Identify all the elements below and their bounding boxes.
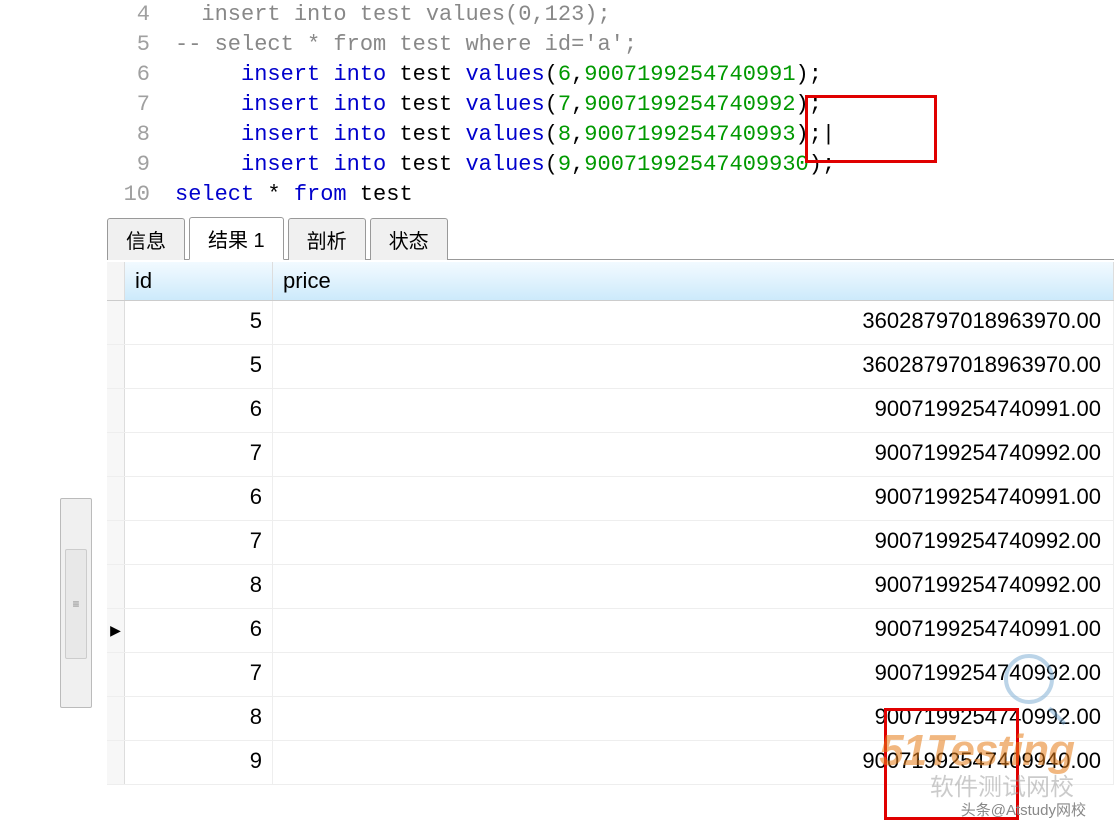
table-row[interactable]: 69007199254740991.00 bbox=[107, 609, 1114, 653]
cell-price[interactable]: 9007199254740991.00 bbox=[273, 609, 1114, 652]
cell-id[interactable]: 7 bbox=[125, 433, 273, 476]
tab-results[interactable]: 结果 1 bbox=[189, 217, 284, 260]
row-marker bbox=[107, 609, 125, 652]
results-grid[interactable]: id price 536028797018963970.005360287970… bbox=[107, 262, 1114, 785]
line-number: 4 bbox=[0, 0, 175, 30]
watermark-subtitle: 软件测试网校 bbox=[930, 767, 1074, 802]
code-line[interactable]: 9 insert into test values(9,900719925474… bbox=[0, 150, 1114, 180]
row-marker bbox=[107, 697, 125, 740]
cell-id[interactable]: 9 bbox=[125, 741, 273, 784]
code-line[interactable]: 8 insert into test values(8,900719925474… bbox=[0, 120, 1114, 150]
cell-price[interactable]: 9007199254740992.00 bbox=[273, 565, 1114, 608]
vertical-scrollbar[interactable]: ≡ bbox=[60, 498, 92, 708]
row-marker bbox=[107, 521, 125, 564]
cell-id[interactable]: 5 bbox=[125, 345, 273, 388]
row-marker bbox=[107, 565, 125, 608]
scrollbar-thumb[interactable]: ≡ bbox=[65, 549, 87, 659]
table-row[interactable]: 89007199254740992.00 bbox=[107, 565, 1114, 609]
table-row[interactable]: 536028797018963970.00 bbox=[107, 345, 1114, 389]
code-line[interactable]: 4 insert into test values(0,123); bbox=[0, 0, 1114, 30]
cell-id[interactable]: 6 bbox=[125, 389, 273, 432]
tab-status[interactable]: 状态 bbox=[370, 218, 448, 260]
cell-price[interactable]: 36028797018963970.00 bbox=[273, 301, 1114, 344]
cell-price[interactable]: 9007199254740992.00 bbox=[273, 433, 1114, 476]
code-line[interactable]: 5-- select * from test where id='a'; bbox=[0, 30, 1114, 60]
row-marker bbox=[107, 477, 125, 520]
table-row[interactable]: 79007199254740992.00 bbox=[107, 433, 1114, 477]
code-line[interactable]: 6 insert into test values(6,900719925474… bbox=[0, 60, 1114, 90]
cell-price[interactable]: 9007199254740991.00 bbox=[273, 389, 1114, 432]
row-marker bbox=[107, 741, 125, 784]
code-content[interactable]: select * from test bbox=[175, 180, 413, 210]
line-number: 7 bbox=[0, 90, 175, 120]
column-header-id[interactable]: id bbox=[125, 262, 273, 300]
code-content[interactable]: insert into test values(8,90071992547409… bbox=[175, 120, 835, 150]
cell-id[interactable]: 8 bbox=[125, 565, 273, 608]
line-number: 5 bbox=[0, 30, 175, 60]
row-marker bbox=[107, 653, 125, 696]
code-line[interactable]: 7 insert into test values(7,900719925474… bbox=[0, 90, 1114, 120]
table-row[interactable]: 79007199254740992.00 bbox=[107, 521, 1114, 565]
grid-corner bbox=[107, 262, 125, 300]
table-row[interactable]: 69007199254740991.00 bbox=[107, 389, 1114, 433]
cell-id[interactable]: 8 bbox=[125, 697, 273, 740]
cell-price[interactable]: 9007199254740992.00 bbox=[273, 653, 1114, 696]
code-content[interactable]: insert into test values(7,90071992547409… bbox=[175, 90, 822, 120]
line-number: 9 bbox=[0, 150, 175, 180]
table-row[interactable]: 79007199254740992.00 bbox=[107, 653, 1114, 697]
row-marker bbox=[107, 301, 125, 344]
cell-id[interactable]: 6 bbox=[125, 609, 273, 652]
cell-price[interactable]: 9007199254740992.00 bbox=[273, 521, 1114, 564]
line-number: 6 bbox=[0, 60, 175, 90]
cell-id[interactable]: 7 bbox=[125, 653, 273, 696]
code-content[interactable]: -- select * from test where id='a'; bbox=[175, 30, 637, 60]
row-marker bbox=[107, 389, 125, 432]
watermark-credit: 头条@Atstudy网校 bbox=[961, 799, 1086, 820]
row-marker bbox=[107, 433, 125, 476]
line-number: 8 bbox=[0, 120, 175, 150]
code-content[interactable]: insert into test values(6,90071992547409… bbox=[175, 60, 822, 90]
grid-header: id price bbox=[107, 262, 1114, 301]
sql-editor[interactable]: 4 insert into test values(0,123);5-- sel… bbox=[0, 0, 1114, 218]
tab-info[interactable]: 信息 bbox=[107, 218, 185, 260]
result-tabs: 信息 结果 1 剖析 状态 bbox=[107, 218, 1114, 260]
cell-id[interactable]: 6 bbox=[125, 477, 273, 520]
cell-id[interactable]: 5 bbox=[125, 301, 273, 344]
line-number: 10 bbox=[0, 180, 175, 210]
cell-id[interactable]: 7 bbox=[125, 521, 273, 564]
table-row[interactable]: 536028797018963970.00 bbox=[107, 301, 1114, 345]
watermark-magnify-icon bbox=[1004, 654, 1054, 704]
row-marker bbox=[107, 345, 125, 388]
code-line[interactable]: 10select * from test bbox=[0, 180, 1114, 210]
code-content[interactable]: insert into test values(9,90071992547409… bbox=[175, 150, 835, 180]
code-content[interactable]: insert into test values(0,123); bbox=[175, 0, 611, 30]
cell-price[interactable]: 9007199254740991.00 bbox=[273, 477, 1114, 520]
table-row[interactable]: 69007199254740991.00 bbox=[107, 477, 1114, 521]
tab-profile[interactable]: 剖析 bbox=[288, 218, 366, 260]
column-header-price[interactable]: price bbox=[273, 262, 1114, 300]
cell-price[interactable]: 36028797018963970.00 bbox=[273, 345, 1114, 388]
